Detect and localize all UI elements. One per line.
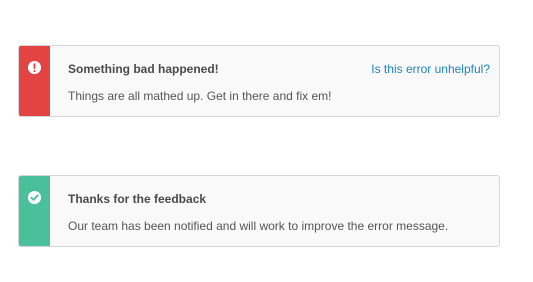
success-stripe [19, 176, 50, 246]
error-alert-title: Something bad happened! [68, 62, 219, 76]
success-alert-message: Our team has been notified and will work… [68, 219, 449, 233]
exclamation-circle-icon [27, 60, 42, 75]
page: Something bad happened! Is this error un… [0, 0, 533, 282]
error-stripe [19, 46, 50, 116]
success-alert-title: Thanks for the feedback [68, 192, 207, 206]
error-alert: Something bad happened! Is this error un… [18, 45, 500, 117]
check-circle-icon [27, 190, 42, 205]
error-unhelpful-link[interactable]: Is this error unhelpful? [371, 62, 490, 76]
error-alert-message: Things are all mathed up. Get in there a… [68, 89, 332, 103]
success-alert: Thanks for the feedback Our team has bee… [18, 175, 500, 247]
